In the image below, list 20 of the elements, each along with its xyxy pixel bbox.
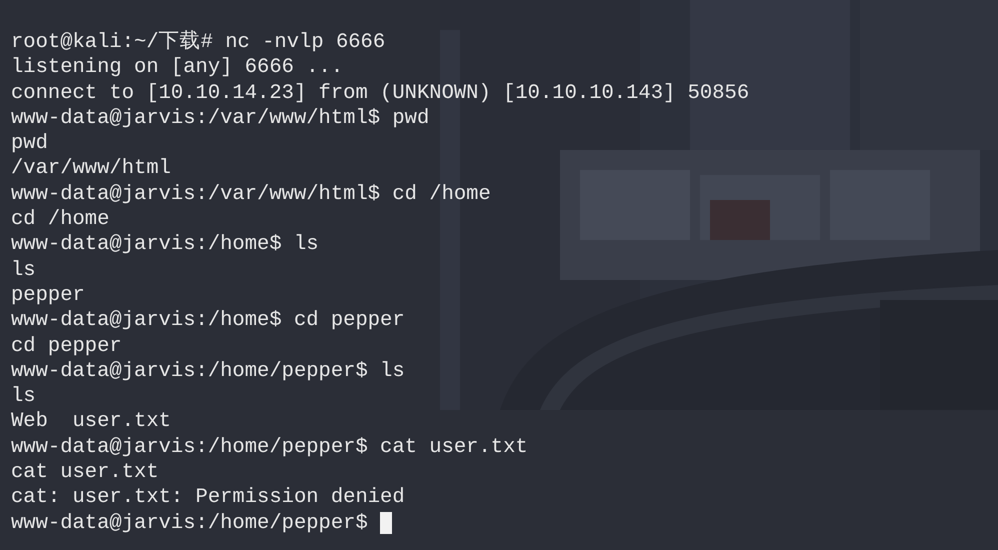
terminal-line: www-data@jarvis:/home/pepper$ ls bbox=[11, 358, 405, 384]
terminal-line: www-data@jarvis:/home/pepper$ cat user.txt bbox=[11, 434, 528, 460]
terminal-line: root@kali:~/下载# nc -nvlp 6666 bbox=[11, 30, 386, 56]
terminal-line: cd pepper bbox=[11, 334, 122, 359]
terminal-line: Web user.txt bbox=[11, 409, 171, 435]
terminal-line: pwd bbox=[11, 131, 48, 156]
terminal-line: www-data@jarvis:/home/pepper$ bbox=[11, 510, 369, 536]
terminal-line: www-data@jarvis:/home$ cd pepper bbox=[11, 308, 405, 334]
terminal-line: listening on [any] 6666 ... bbox=[11, 55, 344, 81]
terminal-line: cat: user.txt: Permission denied bbox=[11, 485, 405, 511]
terminal-line: www-data@jarvis:/home$ ls bbox=[11, 232, 319, 258]
terminal-line: ls bbox=[11, 384, 36, 410]
terminal-line: www-data@jarvis:/var/www/html$ pwd bbox=[11, 106, 430, 132]
terminal-line: pepper bbox=[11, 282, 85, 308]
terminal-line: www-data@jarvis:/var/www/html$ cd /home bbox=[11, 182, 491, 208]
terminal-line: ls bbox=[11, 258, 36, 283]
terminal-line: cd /home bbox=[11, 207, 110, 232]
terminal-line: /var/www/html bbox=[11, 156, 171, 182]
terminal-line: connect to [10.10.14.23] from (UNKNOWN) [10.10.10.143] 50856 bbox=[11, 80, 750, 106]
terminal-line: cat user.txt bbox=[11, 460, 159, 486]
